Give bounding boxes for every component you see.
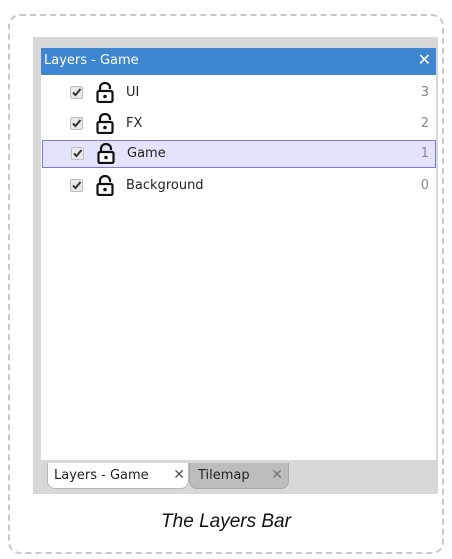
close-icon[interactable]: ✕ — [418, 50, 431, 70]
layer-row-background[interactable]: Background 0 — [41, 172, 436, 200]
checkmark-icon — [72, 181, 82, 190]
tab-label: Layers - Game — [54, 468, 149, 483]
checkmark-icon — [73, 149, 83, 158]
layer-row-game[interactable]: Game 1 — [42, 140, 436, 168]
checkmark-icon — [72, 119, 82, 128]
close-icon[interactable]: ✕ — [271, 467, 283, 483]
layer-visible-checkbox[interactable] — [71, 147, 84, 160]
layer-name: Background — [126, 178, 204, 193]
tab-label: Tilemap — [198, 468, 250, 483]
tab-layers-game[interactable]: Layers - Game ✕ — [47, 463, 189, 489]
layer-row-ui[interactable]: UI 3 — [41, 79, 436, 107]
layers-bar-titlebar: Layers - Game ✕ — [41, 48, 436, 75]
layer-name: Game — [127, 146, 166, 161]
tab-bar: Layers - Game ✕ Tilemap ✕ — [41, 460, 436, 490]
unlocked-padlock-icon[interactable] — [95, 113, 115, 134]
layer-list: UI 3 FX 2 Game 1 Background 0 — [41, 75, 436, 460]
layers-bar-panel: Layers - Game ✕ UI 3 FX 2 Game 1 Backgro… — [33, 37, 438, 494]
layer-name: FX — [126, 116, 143, 131]
close-icon[interactable]: ✕ — [173, 467, 185, 483]
layer-visible-checkbox[interactable] — [70, 117, 83, 130]
unlocked-padlock-icon[interactable] — [96, 143, 116, 164]
figure-caption: The Layers Bar — [161, 511, 291, 532]
unlocked-padlock-icon[interactable] — [95, 82, 115, 103]
panel-title: Layers - Game — [44, 53, 139, 68]
layer-index: 2 — [420, 116, 429, 131]
layer-visible-checkbox[interactable] — [70, 86, 83, 99]
unlocked-padlock-icon[interactable] — [95, 175, 115, 196]
checkmark-icon — [72, 88, 82, 97]
layer-row-fx[interactable]: FX 2 — [41, 110, 436, 138]
layer-index: 3 — [420, 85, 429, 100]
layer-visible-checkbox[interactable] — [70, 179, 83, 192]
layer-index: 1 — [420, 146, 429, 161]
layer-name: UI — [126, 85, 140, 100]
layer-index: 0 — [420, 178, 429, 193]
tab-tilemap[interactable]: Tilemap ✕ — [189, 463, 289, 489]
